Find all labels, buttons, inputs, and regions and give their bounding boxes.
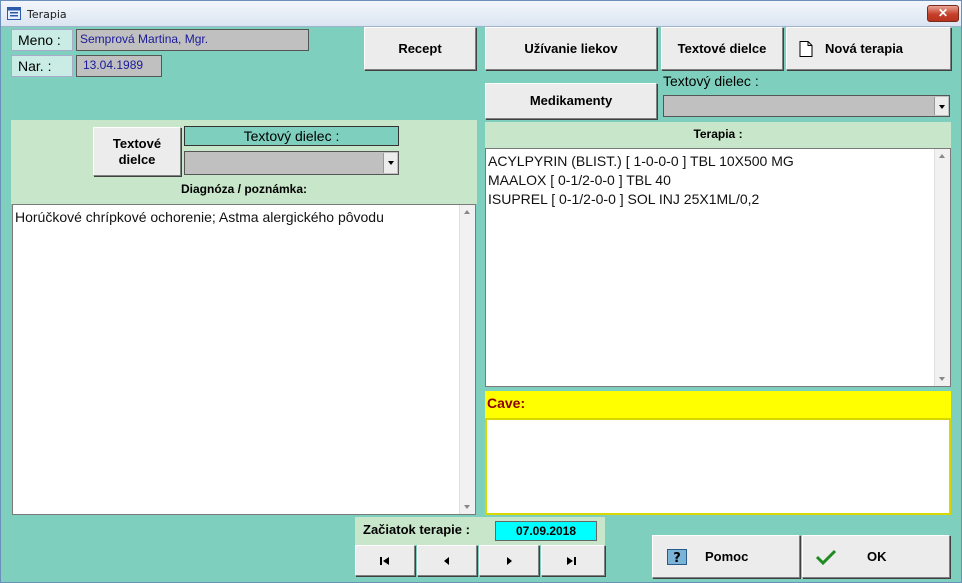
last-record-icon [567,557,576,565]
close-icon: ✕ [937,6,949,20]
cave-label: Cave: [485,391,951,418]
diagnosis-text-pieces-button[interactable]: Textové dielce [93,127,181,176]
checkmark-icon [815,549,837,565]
therapy-textarea[interactable]: ACYLPYRIN (BLIST.) [ 1-0-0-0 ] TBL 10X50… [485,148,951,387]
therapy-window: Terapia ✕ Meno : Semprová Martina, Mgr. … [0,0,962,583]
recept-button[interactable]: Recept [364,27,476,70]
therapy-heading: Terapia : [693,127,743,141]
name-label: Meno : [11,29,73,51]
birth-label: Nar. : [11,55,73,77]
help-button[interactable]: ? Pomoc [652,535,800,578]
therapy-text-piece-label: Textový dielec : [663,73,759,89]
scroll-down-icon[interactable] [935,371,950,386]
diagnosis-text: Horúčkové chrípkové ochorenie; Astma ale… [15,209,384,225]
document-icon [799,40,813,57]
start-date-label: Začiatok terapie : [363,522,470,537]
diagnosis-textarea[interactable]: Horúčkové chrípkové ochorenie; Astma ale… [12,204,476,515]
medikamenty-button[interactable]: Medikamenty [485,83,657,119]
next-record-icon [507,557,512,565]
first-record-button[interactable] [355,545,415,576]
prev-record-icon [444,557,449,565]
diagnosis-heading: Diagnóza / poznámka: [180,182,308,196]
ok-button[interactable]: OK [802,535,950,578]
scroll-down-icon[interactable] [460,499,475,514]
close-button[interactable]: ✕ [927,5,959,22]
start-date-field[interactable]: 07.09.2018 [495,521,597,541]
therapy-line: MAALOX [ 0-1/2-0-0 ] TBL 40 [488,172,671,188]
ok-label: OK [867,548,887,564]
next-record-button[interactable] [479,545,539,576]
last-record-button[interactable] [541,545,605,576]
textove-dielce-button[interactable]: Textové dielce [661,27,783,70]
cave-textarea[interactable] [485,418,951,515]
diagnosis-text-piece-select[interactable] [184,151,399,175]
nova-terapia-button[interactable]: Nová terapia [786,27,951,70]
therapy-scrollbar[interactable] [934,149,950,386]
therapy-line: ISUPREL [ 0-1/2-0-0 ] SOL INJ 25X1ML/0,2 [488,191,760,207]
diagnosis-text-piece-label: Textový dielec : [184,126,399,146]
help-label: Pomoc [705,548,749,564]
name-field: Semprová Martina, Mgr. [76,29,309,51]
help-icon: ? [667,548,687,565]
window-title: Terapia [27,8,67,21]
nova-terapia-label: Nová terapia [825,40,904,56]
dropdown-arrow-icon[interactable] [934,97,948,115]
birth-field: 13.04.1989 [76,55,162,77]
prev-record-button[interactable] [417,545,477,576]
diagnosis-scrollbar[interactable] [459,205,475,514]
dropdown-arrow-icon[interactable] [383,153,397,173]
title-bar: Terapia ✕ [1,1,961,27]
scroll-up-icon[interactable] [935,149,950,164]
first-record-icon [380,557,389,565]
therapy-text-piece-select[interactable] [663,95,950,117]
svg-text:?: ? [673,551,681,565]
uzivanie-liekov-button[interactable]: Užívanie liekov [485,27,657,70]
scroll-up-icon[interactable] [460,205,475,220]
therapy-line: ACYLPYRIN (BLIST.) [ 1-0-0-0 ] TBL 10X50… [488,153,794,169]
form-icon [7,7,21,20]
